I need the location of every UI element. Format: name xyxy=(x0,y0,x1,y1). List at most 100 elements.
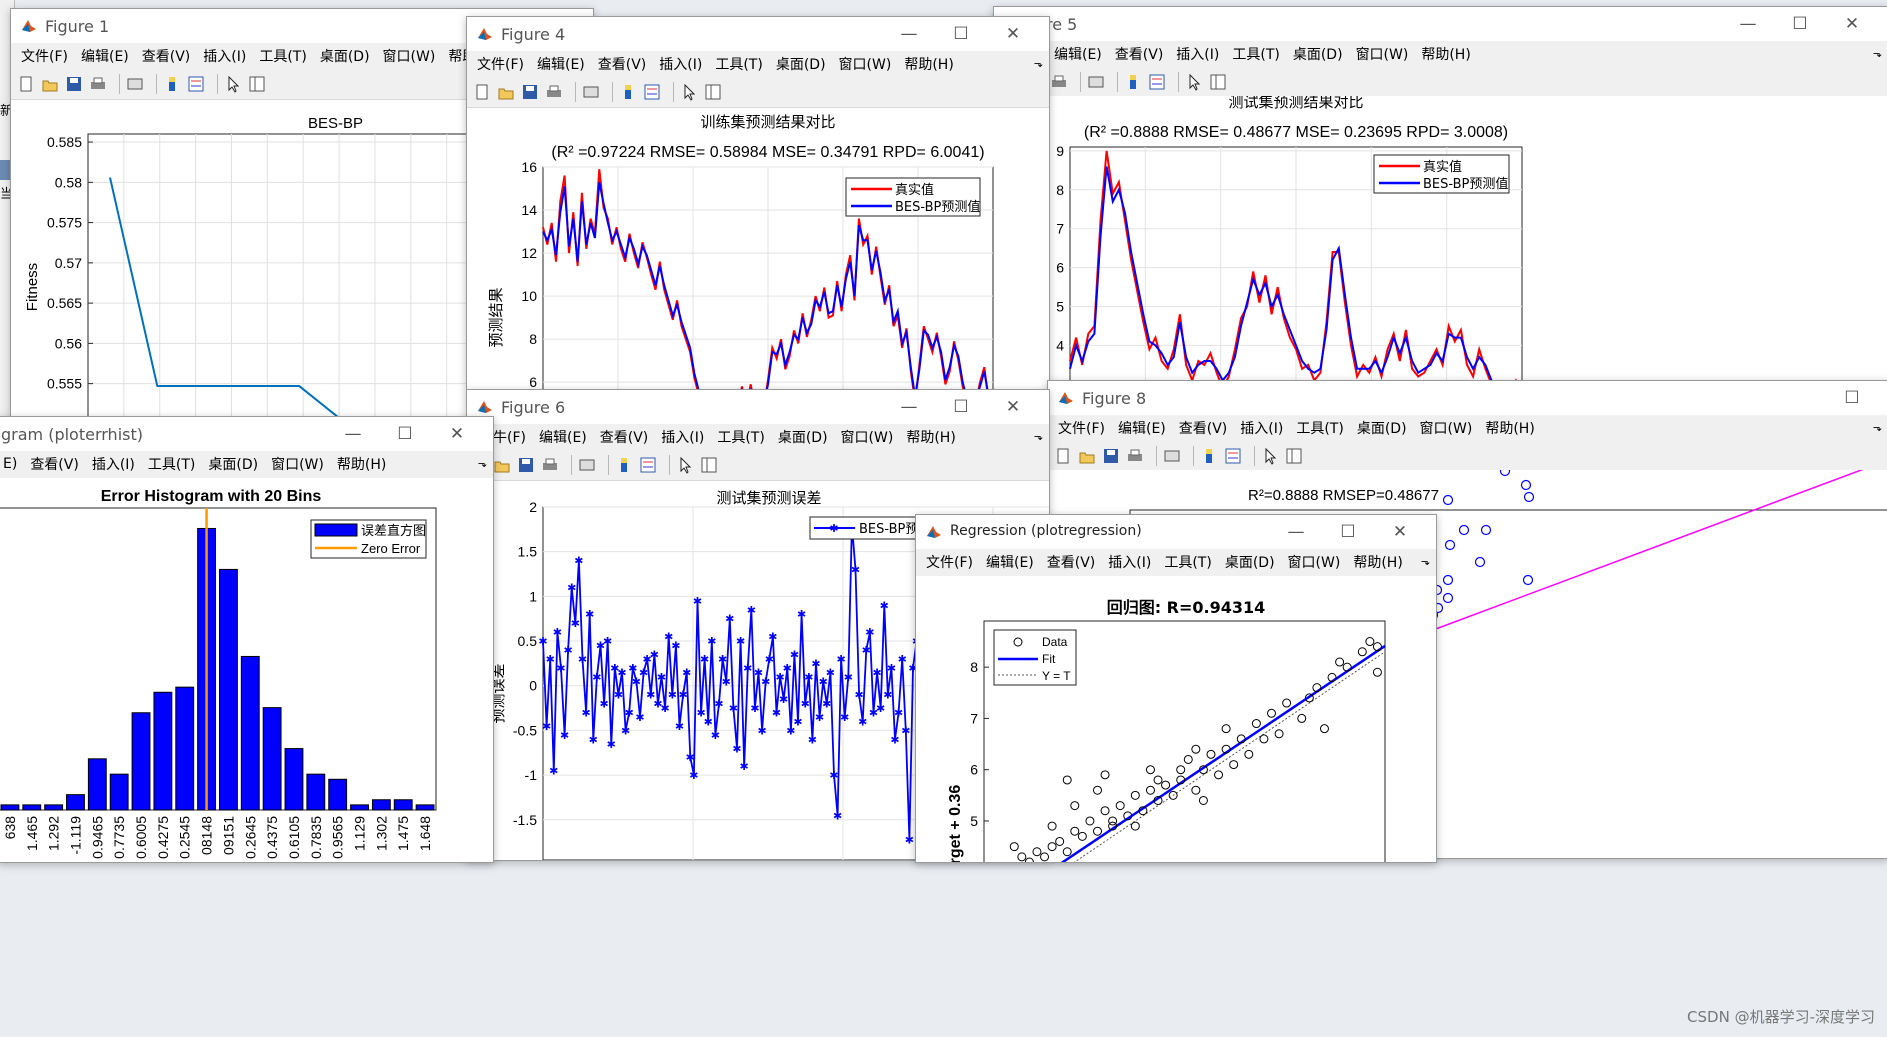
menu-item[interactable]: 窗口(W) xyxy=(383,46,436,66)
maximize-button[interactable]: ☐ xyxy=(1322,520,1374,544)
print-icon[interactable] xyxy=(1050,73,1070,91)
menu-item[interactable]: 编辑(E) xyxy=(1118,418,1166,438)
menu-item[interactable]: 插入(I) xyxy=(659,54,702,74)
link-figure-icon[interactable] xyxy=(578,456,598,474)
window-regression[interactable]: Regression (plotregression) — ☐ ✕ 文件(F) 编辑(… xyxy=(915,514,1437,863)
new-file-icon[interactable] xyxy=(1054,447,1074,465)
menu-item[interactable]: E) xyxy=(3,456,17,472)
menu-item[interactable]: 工具(T) xyxy=(259,46,306,66)
pointer-icon[interactable] xyxy=(1185,73,1205,91)
menu-item[interactable]: 工具(T) xyxy=(1296,418,1343,438)
close-button[interactable]: ✕ xyxy=(987,22,1039,46)
menu-item[interactable]: 编辑(E) xyxy=(81,46,129,66)
legend-icon[interactable] xyxy=(1148,73,1168,91)
menu-item[interactable]: 查看(V) xyxy=(30,454,79,474)
pointer-icon[interactable] xyxy=(680,83,700,101)
minimize-button[interactable]: — xyxy=(1270,520,1322,544)
new-file-icon[interactable] xyxy=(17,75,37,93)
link-figure-icon[interactable] xyxy=(582,83,602,101)
menu-item[interactable]: 桌面(D) xyxy=(1225,552,1275,572)
menu-item[interactable]: 插入(I) xyxy=(92,454,135,474)
menu-item[interactable]: 帮助(H) xyxy=(906,427,955,447)
toolbar-overflow-icon[interactable]: ⬎ xyxy=(478,457,487,470)
open-folder-icon[interactable] xyxy=(1078,447,1098,465)
menu-item[interactable]: 插入(I) xyxy=(1108,552,1151,572)
save-icon[interactable] xyxy=(517,456,537,474)
print-icon[interactable] xyxy=(1126,447,1146,465)
menu-item[interactable]: 工具(T) xyxy=(717,427,764,447)
new-file-icon[interactable] xyxy=(473,83,493,101)
menu-item[interactable]: 帮助(H) xyxy=(1353,552,1402,572)
legend-icon[interactable] xyxy=(1224,447,1244,465)
maximize-button[interactable]: ☐ xyxy=(935,395,987,419)
menu-item[interactable]: 编辑(E) xyxy=(537,54,585,74)
menu-item[interactable]: 牛(F) xyxy=(493,427,526,447)
colorbar-icon[interactable] xyxy=(615,456,635,474)
menu-item[interactable]: 插入(I) xyxy=(203,46,246,66)
maximize-button[interactable]: ☐ xyxy=(379,422,431,446)
print-icon[interactable] xyxy=(541,456,561,474)
title-bar[interactable]: Figure 4 — ☐ ✕ xyxy=(467,17,1049,51)
toolbar-overflow-icon[interactable]: ⬎ xyxy=(1421,555,1430,568)
menu-item[interactable]: 桌面(D) xyxy=(1293,44,1343,64)
menu-item[interactable]: 查看(V) xyxy=(1047,552,1096,572)
property-inspector-icon[interactable] xyxy=(1209,73,1229,91)
title-bar[interactable]: Regression (plotregression) — ☐ ✕ xyxy=(916,515,1436,549)
print-icon[interactable] xyxy=(545,83,565,101)
menu-item[interactable]: 查看(V) xyxy=(598,54,647,74)
property-inspector-icon[interactable] xyxy=(700,456,720,474)
menu-item[interactable]: 帮助(H) xyxy=(904,54,953,74)
pointer-icon[interactable] xyxy=(1261,447,1281,465)
menu-item[interactable]: 查看(V) xyxy=(1115,44,1164,64)
menu-item[interactable]: 文件(F) xyxy=(1058,418,1105,438)
menu-item[interactable]: 工具(T) xyxy=(1164,552,1211,572)
menu-item[interactable]: 编辑(E) xyxy=(986,552,1034,572)
link-figure-icon[interactable] xyxy=(126,75,146,93)
menu-item[interactable]: 帮助(H) xyxy=(1421,44,1470,64)
minimize-button[interactable]: — xyxy=(883,395,935,419)
property-inspector-icon[interactable] xyxy=(248,75,268,93)
menu-item[interactable]: 文件(F) xyxy=(926,552,973,572)
menu-item[interactable]: 插入(I) xyxy=(1240,418,1283,438)
menu-item[interactable]: 帮助(H) xyxy=(337,454,386,474)
menu-item[interactable]: 查看(V) xyxy=(142,46,191,66)
minimize-button[interactable]: — xyxy=(1722,12,1774,36)
menu-item[interactable]: 桌面(D) xyxy=(1357,418,1407,438)
property-inspector-icon[interactable] xyxy=(704,83,724,101)
save-icon[interactable] xyxy=(1102,447,1122,465)
minimize-button[interactable]: — xyxy=(883,22,935,46)
menu-item[interactable]: 插入(I) xyxy=(1176,44,1219,64)
open-folder-icon[interactable] xyxy=(41,75,61,93)
colorbar-icon[interactable] xyxy=(619,83,639,101)
menu-item[interactable]: 桌面(D) xyxy=(778,427,828,447)
toolbar-overflow-icon[interactable]: ⬎ xyxy=(1873,47,1882,60)
menu-item[interactable]: 帮助(H) xyxy=(1485,418,1534,438)
menu-item[interactable]: 窗口(W) xyxy=(1356,44,1409,64)
window-error-histogram[interactable]: gram (ploterrhist) — ☐ ✕ E) 查看(V) 插入(I) 工具(T)… xyxy=(0,416,494,863)
menu-item[interactable]: 窗口(W) xyxy=(271,454,324,474)
menu-item[interactable]: 查看(V) xyxy=(600,427,649,447)
close-button[interactable]: ✕ xyxy=(1374,520,1426,544)
menu-item[interactable]: 编辑(E) xyxy=(539,427,587,447)
maximize-button[interactable]: ☐ xyxy=(1774,12,1826,36)
pointer-icon[interactable] xyxy=(676,456,696,474)
menu-item[interactable]: 桌面(D) xyxy=(776,54,826,74)
title-bar[interactable]: Figure 6 — ☐ ✕ xyxy=(467,390,1049,424)
menu-item[interactable]: 窗口(W) xyxy=(1420,418,1473,438)
colorbar-icon[interactable] xyxy=(163,75,183,93)
close-button[interactable]: ✕ xyxy=(987,395,1039,419)
toolbar-overflow-icon[interactable]: ⬎ xyxy=(1034,430,1043,443)
menu-item[interactable]: 工具(T) xyxy=(715,54,762,74)
maximize-button[interactable]: ☐ xyxy=(935,22,987,46)
close-button[interactable]: ✕ xyxy=(431,422,483,446)
title-bar[interactable]: re 5 — ☐ ✕ xyxy=(994,7,1887,41)
menu-item[interactable]: 窗口(W) xyxy=(1288,552,1341,572)
menu-item[interactable]: 文件(F) xyxy=(477,54,524,74)
menu-item[interactable]: 文件(F) xyxy=(21,46,68,66)
title-bar[interactable]: Figure 8 ☐ xyxy=(1048,381,1887,415)
link-figure-icon[interactable] xyxy=(1163,447,1183,465)
menu-item[interactable]: 桌面(D) xyxy=(208,454,258,474)
menu-item[interactable]: 编辑(E) xyxy=(1054,44,1102,64)
colorbar-icon[interactable] xyxy=(1200,447,1220,465)
legend-icon[interactable] xyxy=(643,83,663,101)
